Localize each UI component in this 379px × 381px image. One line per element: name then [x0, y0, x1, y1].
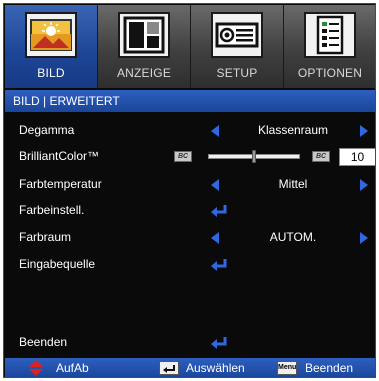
- menu-row-beenden[interactable]: Beenden: [5, 330, 375, 356]
- brilliantcolor-value: 10: [339, 148, 375, 166]
- tab-setup[interactable]: SETUP: [191, 5, 284, 88]
- enter-key-icon: [159, 361, 179, 375]
- footer-bar: AufAb Auswählen Menu Beenden: [5, 358, 375, 377]
- farbraum-label: Farbraum: [19, 230, 72, 244]
- projector-icon: [211, 12, 263, 58]
- farbeinstell-label: Farbeinstell.: [19, 203, 85, 217]
- menu-row-brilliantcolor[interactable]: BrilliantColor™ BC BC 10: [5, 144, 375, 170]
- footer-exit-label: Beenden: [305, 361, 354, 375]
- updown-icon: [29, 360, 43, 376]
- degamma-label: Degamma: [19, 123, 75, 137]
- display-icon: [118, 12, 170, 58]
- picture-icon: [25, 12, 77, 58]
- farbtemperatur-label: Farbtemperatur: [19, 177, 102, 191]
- menu-row-farbtemperatur[interactable]: Farbtemperatur Mittel: [5, 172, 375, 198]
- tab-optionen-label: OPTIONEN: [297, 66, 363, 80]
- tab-anzeige[interactable]: ANZEIGE: [98, 5, 191, 88]
- tab-bild-label: BILD: [37, 66, 65, 80]
- eingabequelle-label: Eingabequelle: [19, 257, 96, 271]
- arrow-left-icon[interactable]: [211, 125, 219, 137]
- menu-key-icon: Menu: [277, 361, 297, 375]
- arrow-right-icon[interactable]: [360, 179, 368, 191]
- menu-row-degamma[interactable]: Degamma Klassenraum: [5, 118, 375, 144]
- tab-anzeige-label: ANZEIGE: [116, 66, 172, 80]
- footer-select-label: Auswählen: [186, 361, 245, 375]
- enter-icon[interactable]: [210, 204, 228, 218]
- arrow-right-icon[interactable]: [360, 232, 368, 244]
- enter-icon[interactable]: [210, 336, 228, 350]
- enter-icon[interactable]: [210, 258, 228, 272]
- menu-row-eingabequelle[interactable]: Eingabequelle: [5, 252, 375, 278]
- slider-thumb[interactable]: [252, 150, 256, 163]
- page-title: BILD | ERWEITERT: [5, 90, 375, 112]
- tab-optionen[interactable]: OPTIONEN: [284, 5, 375, 88]
- brilliantcolor-slider[interactable]: [208, 150, 300, 163]
- arrow-left-icon[interactable]: [211, 179, 219, 191]
- degamma-value: Klassenraum: [257, 123, 329, 137]
- bc-max-icon: BC: [312, 151, 330, 162]
- tab-bild[interactable]: BILD: [5, 5, 98, 88]
- footer-updown-label: AufAb: [56, 361, 89, 375]
- brilliantcolor-label: BrilliantColor™: [19, 149, 100, 163]
- farbraum-value: AUTOM.: [269, 230, 317, 244]
- tab-setup-label: SETUP: [216, 66, 258, 80]
- arrow-left-icon[interactable]: [211, 232, 219, 244]
- beenden-label: Beenden: [19, 335, 68, 349]
- menu-row-farbraum[interactable]: Farbraum AUTOM.: [5, 225, 375, 251]
- arrow-right-icon[interactable]: [360, 125, 368, 137]
- menu-row-farbeinstell[interactable]: Farbeinstell.: [5, 198, 375, 224]
- osd-menu: BILD ANZEIGE SETUP OPTIONEN BILD | ERWEI…: [3, 3, 376, 378]
- bc-min-icon: BC: [174, 151, 192, 162]
- options-icon: [304, 12, 356, 58]
- tab-bar: BILD ANZEIGE SETUP OPTIONEN: [5, 5, 375, 88]
- farbtemperatur-value: Mittel: [278, 177, 308, 191]
